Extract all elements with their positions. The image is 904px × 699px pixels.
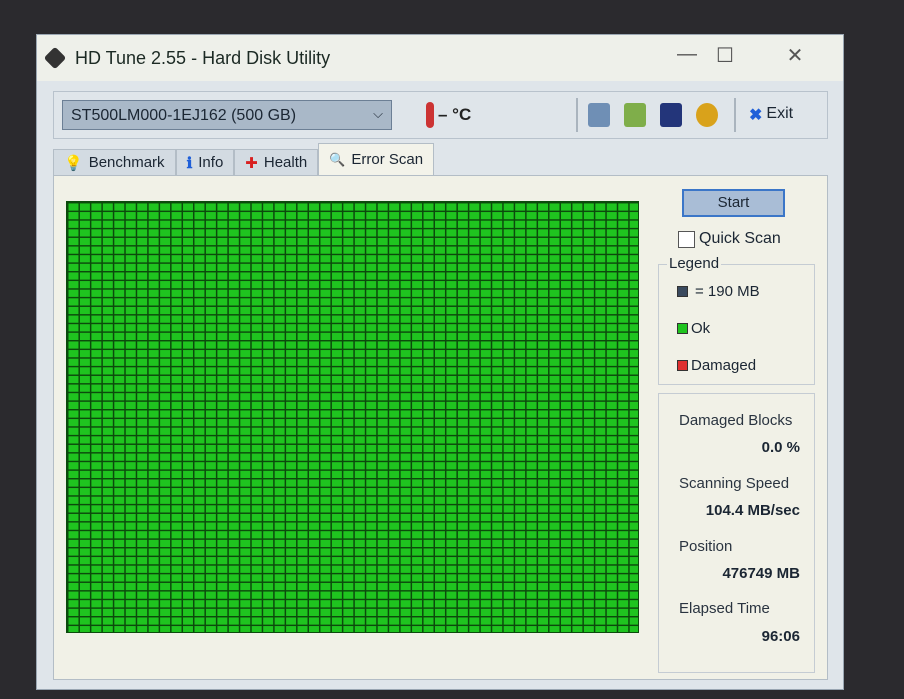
legend-text: Damaged [691, 357, 757, 374]
close-button[interactable]: ✕ [775, 43, 815, 68]
magnifier-icon: 🔍 [329, 151, 346, 167]
health-cross-icon: ✚ [245, 154, 258, 172]
exit-icon: ✖ [749, 107, 763, 124]
drive-select-value: ST500LM000-1EJ162 (500 GB) [71, 107, 297, 124]
lightbulb-icon: 💡 [64, 154, 83, 172]
app-icon [43, 46, 67, 70]
damaged-blocks-value: 0.0 % [761, 439, 800, 456]
temperature-value: – °C [438, 105, 472, 124]
scan-block-map [66, 201, 639, 633]
legend-block-size: = 190 MB [677, 283, 760, 300]
exit-label: Exit [766, 105, 794, 122]
tab-benchmark[interactable]: 💡 Benchmark [53, 149, 176, 175]
copy-text-icon[interactable] [588, 103, 610, 127]
window-title: HD Tune 2.55 - Hard Disk Utility [75, 47, 331, 68]
ok-swatch-icon [677, 323, 688, 334]
temperature-readout: – °C [426, 102, 471, 128]
position-label: Position [679, 538, 733, 555]
tab-info[interactable]: ℹ Info [175, 149, 235, 175]
toolbar-separator [576, 98, 578, 132]
scanning-speed-value: 104.4 MB/sec [705, 502, 800, 519]
minimize-button[interactable]: — [667, 43, 707, 66]
options-icon[interactable] [696, 103, 718, 127]
scanning-speed-label: Scanning Speed [679, 475, 790, 492]
quick-scan-checkbox[interactable]: Quick Scan [678, 230, 781, 248]
checkbox-box[interactable] [678, 230, 695, 248]
elapsed-time-label: Elapsed Time [679, 600, 770, 617]
tab-label: Error Scan [351, 151, 424, 168]
legend-title: Legend [667, 255, 722, 272]
exit-button[interactable]: ✖ Exit [749, 105, 793, 125]
legend-damaged: Damaged [677, 357, 756, 374]
thermometer-icon [426, 102, 434, 128]
damaged-blocks-label: Damaged Blocks [679, 412, 793, 429]
toolbar: ST500LM000-1EJ162 (500 GB) ⌵ – °C ✖ Exit [53, 91, 828, 139]
toolbar-separator [734, 98, 736, 132]
maximize-button[interactable]: ☐ [705, 43, 745, 68]
info-icon: ℹ [186, 154, 193, 172]
tab-label: Health [263, 154, 308, 171]
damaged-swatch-icon [677, 360, 688, 371]
start-button[interactable]: Start [682, 189, 785, 217]
legend-ok: Ok [677, 320, 710, 337]
position-value: 476749 MB [722, 565, 800, 582]
chevron-down-icon: ⌵ [373, 106, 383, 121]
tab-bar: 💡 Benchmark ℹ Info ✚ Health 🔍 Error Scan [53, 143, 435, 175]
legend-text: = 190 MB [695, 283, 760, 300]
error-scan-panel: Start Quick Scan Legend = 190 MB Ok Dama… [53, 175, 828, 680]
elapsed-time-value: 96:06 [761, 628, 800, 645]
legend-text: Ok [691, 320, 711, 337]
tab-label: Info [198, 154, 224, 171]
drive-select[interactable]: ST500LM000-1EJ162 (500 GB) ⌵ [62, 100, 392, 130]
legend-group: Legend = 190 MB Ok Damaged [658, 255, 815, 385]
tab-error-scan[interactable]: 🔍 Error Scan [318, 143, 435, 175]
title-bar: HD Tune 2.55 - Hard Disk Utility — ☐ ✕ [37, 35, 843, 81]
quick-scan-label: Quick Scan [699, 230, 781, 247]
tab-label: Benchmark [88, 154, 165, 171]
hdtune-window: HD Tune 2.55 - Hard Disk Utility — ☐ ✕ S… [36, 34, 844, 690]
block-swatch-icon [677, 286, 688, 297]
stats-group: Damaged Blocks 0.0 % Scanning Speed 104.… [658, 393, 815, 673]
save-icon[interactable] [660, 103, 682, 127]
copy-screenshot-icon[interactable] [624, 103, 646, 127]
tab-health[interactable]: ✚ Health [234, 149, 319, 175]
